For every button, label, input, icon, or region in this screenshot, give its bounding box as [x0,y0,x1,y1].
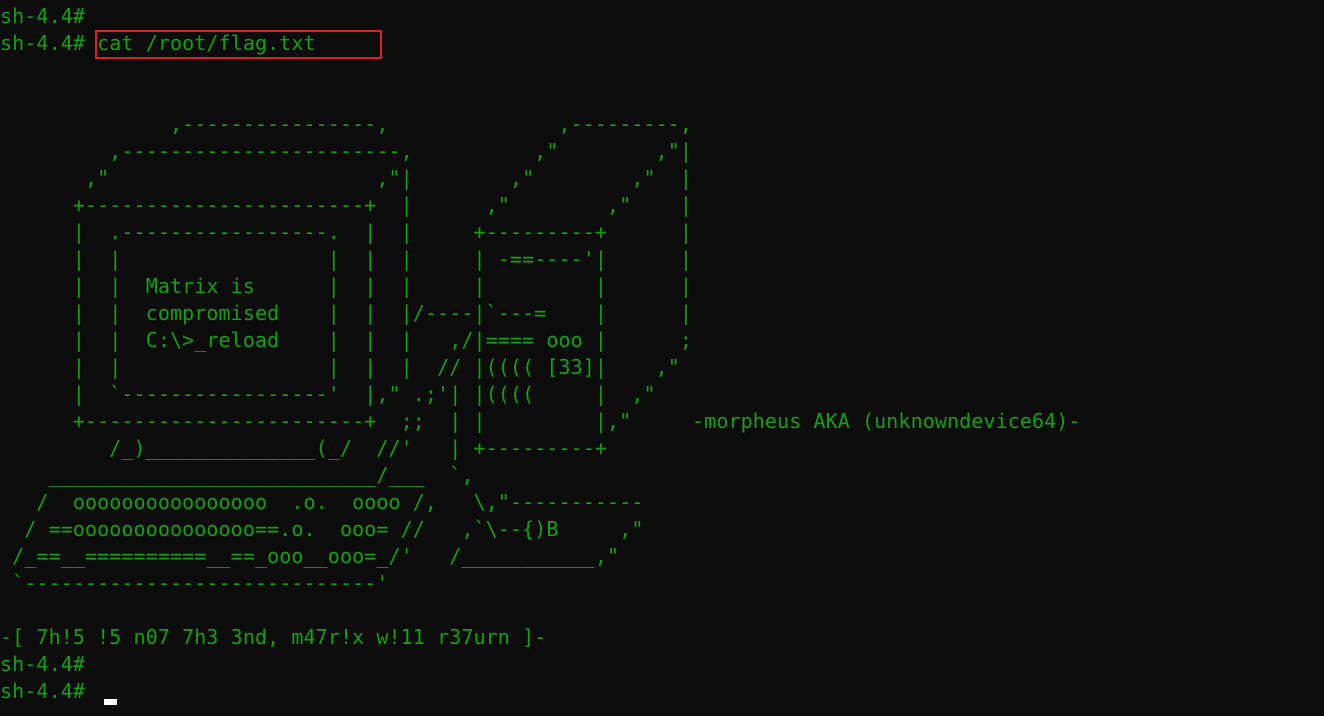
prompt-line-3: sh-4.4# [0,652,85,676]
output-line: | | Matrix is | | | | | | [0,274,693,298]
prompt: sh-4.4# [0,31,85,55]
output-line: ,----------------, ,---------, [0,112,693,136]
output-line: / ==ooooooooooooooo==.o. ooo= // ,`\--{)… [0,517,644,541]
prompt-line-1: sh-4.4# [0,4,85,28]
prompt-line-4: sh-4.4# [0,679,85,703]
output-line: +-----------------------+ | ," ," | [0,193,693,217]
output-line: +-----------------------+ ;; | | |," -mo… [0,409,1081,433]
output-line: ,-----------------------, ," ,"| [0,139,693,163]
output-line: | | compromised | | |/----|`---= | | [0,301,693,325]
output-line: ___________________________/___ `, [0,463,474,487]
output-line: `-----------------------------' [0,571,389,595]
command-highlight-box [95,30,382,59]
output-line: / oooooooooooooooo .o. oooo /, \,"------… [0,490,644,514]
text-cursor [104,699,117,705]
flag-message: -[ 7h!5 !5 n07 7h3 3nd, m47r!x w!11 r37u… [0,625,547,649]
output-line: | | C:\>_reload | | | ,/|==== ooo | ; [0,328,693,352]
output-line: ," ,"| ," ," | [0,166,693,190]
output-line: | .-----------------. | | +---------+ | [0,220,693,244]
output-line: /_)______________(_/ //' | +---------+ [0,436,608,460]
terminal-window[interactable]: sh-4.4# sh-4.4# cat /root/flag.txt ,----… [0,0,1324,716]
output-line: | | | | | | -==----'| | [0,247,693,271]
output-line: | | | | | // |(((( [33]| ," [0,355,680,379]
output-line: | `-----------------' |," .;'| |(((( | ,… [0,382,656,406]
output-line: /_==__==========__==_ooo__ooo=_/' /_____… [0,544,620,568]
